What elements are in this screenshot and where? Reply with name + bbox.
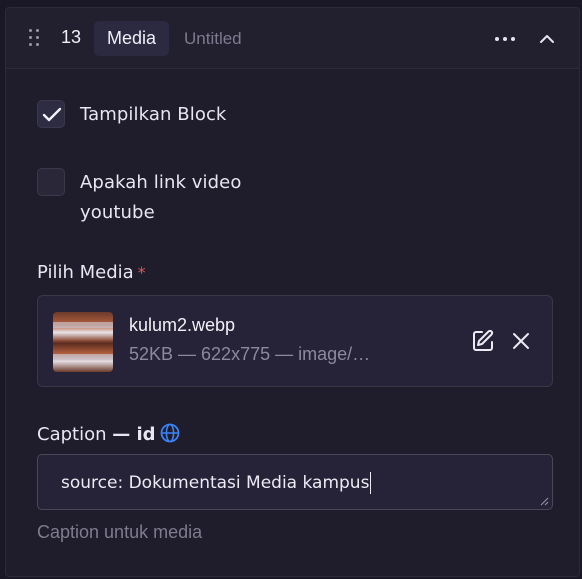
selected-media-card[interactable]: kulum2.webp 52KB — 622x775 — image/… xyxy=(37,295,553,387)
edit-icon xyxy=(473,329,494,351)
block-header[interactable]: 13 Media Untitled xyxy=(6,8,579,69)
media-field-label: Pilih Media * xyxy=(37,262,146,283)
show-block-label: Tampilkan Block xyxy=(80,104,227,125)
caption-helper-text: Caption untuk media xyxy=(37,522,203,542)
resize-grip-icon[interactable] xyxy=(540,497,549,506)
show-block-option[interactable]: Tampilkan Block xyxy=(37,100,226,130)
block-title: Untitled xyxy=(184,29,242,48)
more-options-button[interactable] xyxy=(490,28,520,50)
media-label-text: Pilih Media xyxy=(37,262,134,283)
media-thumbnail xyxy=(53,312,113,372)
caption-value: source: Dokumentasi Media kampus xyxy=(61,473,370,493)
show-block-checkbox[interactable] xyxy=(37,100,65,128)
youtube-link-checkbox[interactable] xyxy=(37,168,65,196)
text-caret xyxy=(370,472,372,494)
block-type-badge: Media xyxy=(94,21,170,56)
globe-icon[interactable] xyxy=(160,423,180,443)
collapse-button[interactable] xyxy=(536,28,558,50)
media-block-panel: 13 Media Untitled Tampilkan Block Apakah… xyxy=(5,7,580,577)
youtube-link-label: Apakah link video youtube xyxy=(80,168,241,228)
close-icon xyxy=(513,333,529,349)
chevron-up-icon xyxy=(540,35,554,43)
caption-input[interactable]: source: Dokumentasi Media kampus xyxy=(37,454,553,510)
youtube-link-label-line2: youtube xyxy=(80,202,155,223)
checkmark-icon xyxy=(42,107,62,122)
media-file-name: kulum2.webp xyxy=(129,315,236,335)
youtube-link-label-line1: Apakah link video xyxy=(80,172,242,193)
drag-handle-icon[interactable] xyxy=(29,29,41,49)
block-number: 13 xyxy=(61,27,82,47)
more-horizontal-icon xyxy=(495,37,499,41)
remove-media-button[interactable] xyxy=(510,330,532,352)
caption-locale: — id xyxy=(112,424,156,445)
caption-field-label: Caption — id xyxy=(37,423,180,445)
youtube-link-option[interactable]: Apakah link video youtube xyxy=(37,168,241,228)
media-file-meta: 52KB — 622x775 — image/… xyxy=(129,344,371,364)
edit-media-button[interactable] xyxy=(471,329,495,353)
required-mark: * xyxy=(137,263,146,282)
caption-label-text: Caption xyxy=(37,424,107,445)
